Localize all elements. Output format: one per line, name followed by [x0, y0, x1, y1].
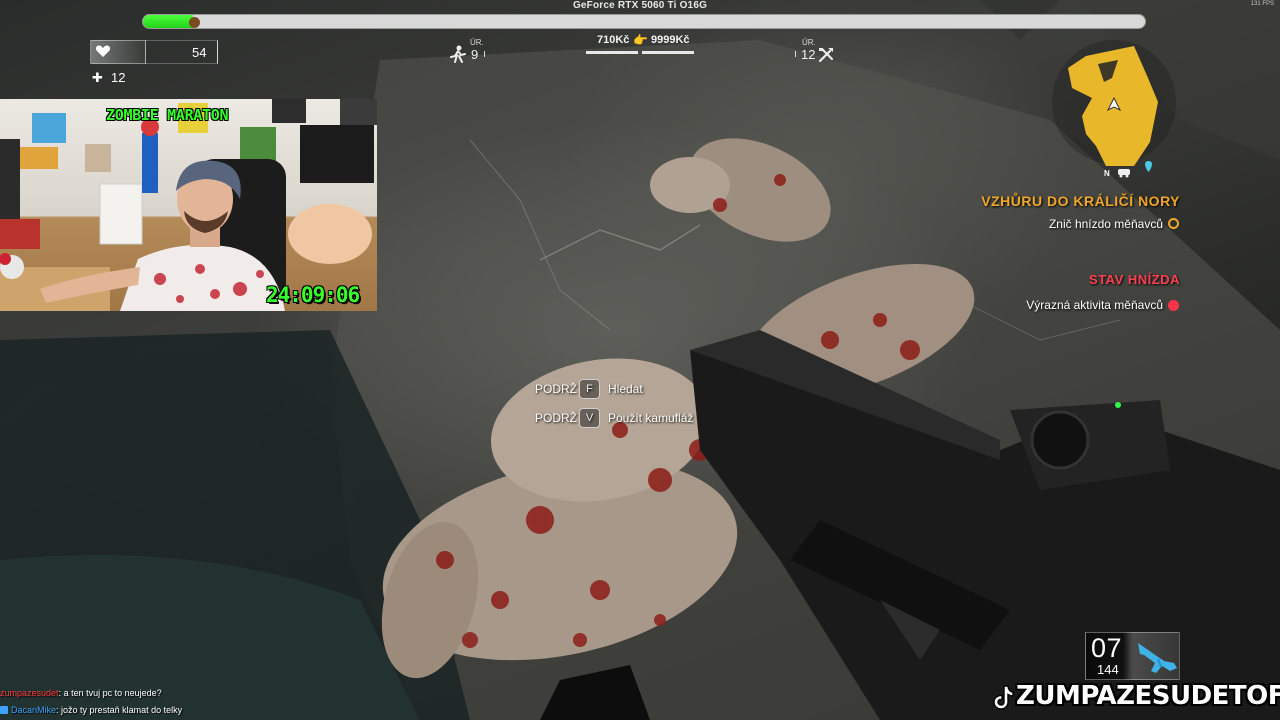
quest-title: VZHŮRU DO KRÁLIČÍ NORY [981, 193, 1180, 209]
waypoint-pin-icon [1145, 161, 1152, 172]
money-bar-left [586, 51, 638, 54]
prompt-hold-label: PODRŽ [535, 382, 577, 396]
money-hand-icon: 👉 [633, 33, 648, 47]
rifle-icon [1138, 643, 1177, 673]
nest-status-text: Výrazná aktivita měňavců [1026, 298, 1163, 312]
key-f-icon: F [579, 379, 600, 399]
prompt-search[interactable]: PODRŽ F Hledat [535, 379, 643, 399]
gpu-label: GeForce RTX 5060 Ti O16G [572, 0, 708, 11]
nest-status-title: STAV HNÍZDA [1089, 272, 1180, 287]
webcam-artwork [0, 99, 377, 311]
crafting-tools-icon [818, 47, 834, 63]
tiktok-icon [993, 685, 1014, 710]
health-bar-knob [189, 17, 200, 28]
channel-watermark: ZUMPAZESUDETOFC [1016, 681, 1280, 711]
health-bar [142, 14, 1146, 29]
money-bar-right [642, 51, 694, 54]
stream-title: ZOMBIE MARATON [106, 106, 229, 124]
chat-message: zumpazesudet: a ten tvuj pc to neujede? [0, 688, 162, 698]
medkit-icon: ✚ [92, 70, 103, 85]
ammo-reserve: 144 [1097, 662, 1119, 677]
chat-badge-icon [0, 706, 8, 714]
craft-level-label: ÚR. [802, 38, 816, 47]
prompt-camouflage[interactable]: PODRŽ V Použít kamufláž [535, 408, 693, 428]
minimap-north-label: N [1104, 169, 1110, 178]
chat-text: a ten tvuj pc to neujede? [63, 688, 162, 698]
prompt-action-label: Hledat [608, 382, 643, 396]
chat-username: DacanMike [11, 705, 57, 715]
prompt-action-label: Použít kamufláž [608, 411, 694, 425]
craft-level-tick [795, 51, 796, 57]
chat-text: jožo ty prestaň klamat do telky [61, 705, 183, 715]
alert-dot-icon [1168, 300, 1179, 311]
health-bar-fill [143, 15, 193, 28]
stamina-value: 54 [192, 45, 207, 60]
craft-level-value: 12 [801, 47, 816, 62]
chat-message: DacanMike: jožo ty prestaň klamat do tel… [0, 705, 182, 715]
key-v-icon: V [579, 408, 600, 428]
money-current: 710Kč [597, 34, 630, 46]
objective-circle-icon [1168, 218, 1179, 229]
minimap[interactable]: N [1046, 38, 1182, 184]
car-icon [1118, 169, 1130, 178]
medkit-count: 12 [111, 70, 126, 85]
chat-username: zumpazesudet [0, 688, 59, 698]
zombie-level-value: 9 [471, 47, 479, 62]
prompt-hold-label: PODRŽ [535, 411, 577, 425]
ammo-magazine: 07 [1091, 633, 1123, 663]
stamina-gauge [146, 40, 218, 64]
fps-counter: 131 FPS [1250, 1, 1274, 7]
webcam-feed [0, 99, 377, 311]
zombie-level-icon [450, 45, 466, 63]
zombie-level-tick [484, 51, 485, 57]
heart-icon [95, 45, 111, 57]
quest-objective: Znič hnízdo měňavců [1048, 217, 1163, 231]
money-max: 9999Kč [651, 34, 690, 46]
zombie-level-label: ÚR. [470, 38, 484, 47]
stream-timer: 24:09:06 [266, 283, 360, 307]
